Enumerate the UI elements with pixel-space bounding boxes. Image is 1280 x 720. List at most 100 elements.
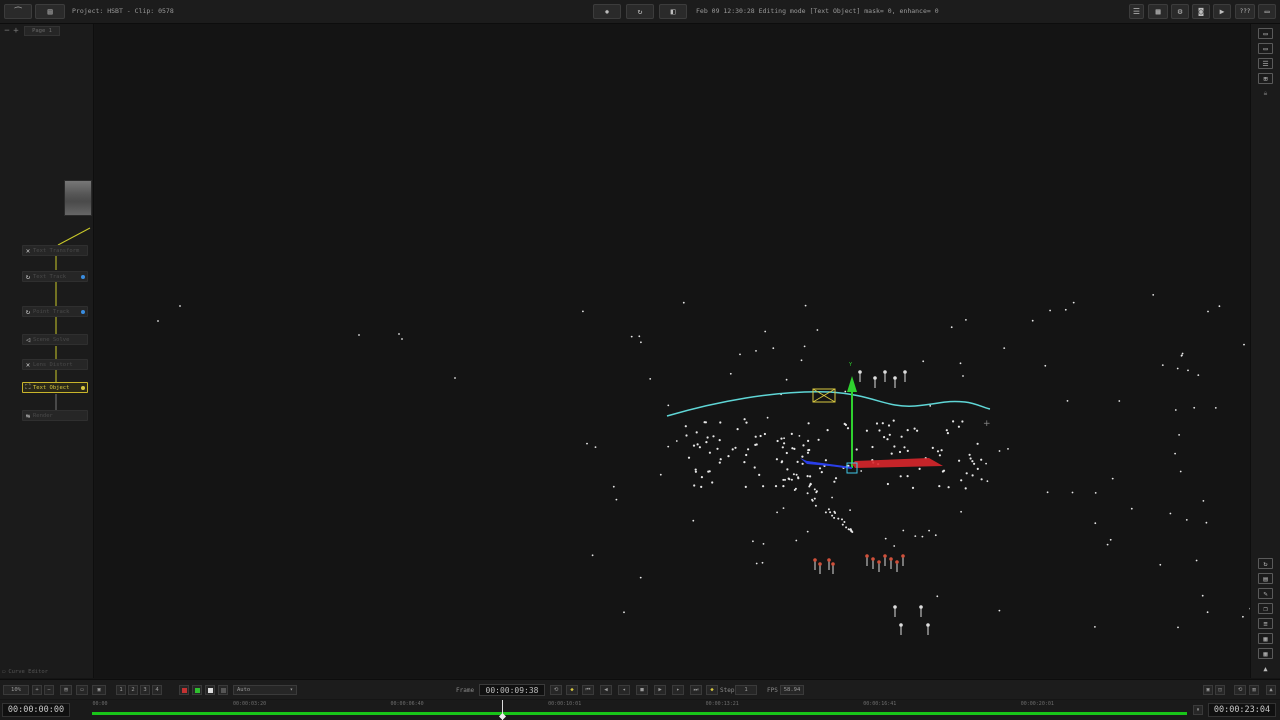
- node-point-track[interactable]: ↻ Point Track: [22, 306, 88, 317]
- node-text-object[interactable]: ⛶ Text Object: [22, 382, 88, 393]
- help-button[interactable]: ???: [1235, 4, 1255, 19]
- layer-button-1[interactable]: 1: [116, 685, 126, 695]
- display-mode-b-button[interactable]: ▭: [76, 685, 88, 695]
- layer-button-3[interactable]: 3: [140, 685, 150, 695]
- channel-green-toggle[interactable]: [192, 685, 202, 695]
- node-lens-distort[interactable]: ✕ Lens Distort: [22, 359, 88, 370]
- track-point: [795, 539, 798, 542]
- track-point: [700, 476, 704, 479]
- play-button[interactable]: ▶: [654, 685, 666, 695]
- copy-button[interactable]: ❐: [1258, 603, 1273, 614]
- eject-button[interactable]: ▲: [1258, 663, 1273, 674]
- stop-button[interactable]: ■: [636, 685, 648, 695]
- track-point: [401, 338, 403, 340]
- loop-range-icon: ⟲: [1237, 687, 1243, 693]
- 3d-viewport[interactable]: Y +: [95, 24, 1250, 678]
- track-point: [886, 438, 889, 441]
- track-point: [1205, 521, 1208, 524]
- track-point: [758, 473, 761, 476]
- track-point: [846, 427, 850, 430]
- curve-view-button[interactable]: ⏜: [4, 4, 32, 19]
- camera-button[interactable]: ✹: [593, 4, 621, 19]
- view-horizontal-button[interactable]: ☰: [1258, 58, 1273, 69]
- layout-button[interactable]: ▦: [1148, 4, 1168, 19]
- snapshot-button[interactable]: ◙: [1192, 4, 1210, 19]
- mode-select[interactable]: Auto ▾: [233, 685, 297, 695]
- track-point: [594, 446, 597, 448]
- track-point: [938, 485, 941, 488]
- node-text-transform[interactable]: ✕ Text Transform: [22, 245, 88, 256]
- step-forward-button[interactable]: ▸: [672, 685, 684, 695]
- zoom-out-button[interactable]: −: [44, 685, 54, 695]
- loop-range-button[interactable]: ⟲: [1234, 685, 1246, 695]
- display-mode-c-button[interactable]: ▣: [92, 685, 106, 695]
- gizmo-x-axis[interactable]: [852, 458, 943, 468]
- track-point: [755, 443, 758, 446]
- track-point: [1007, 448, 1009, 450]
- node-label: Text Object: [33, 384, 70, 391]
- view-single-button[interactable]: ▭: [1258, 28, 1273, 39]
- next-keyframe-button[interactable]: ◆: [706, 685, 718, 695]
- keyframe-button[interactable]: ◆: [566, 685, 578, 695]
- view-split-button[interactable]: ▭: [1258, 43, 1273, 54]
- film-strip-button[interactable]: ▤: [35, 4, 65, 19]
- point-cloud-scene[interactable]: Y +: [95, 24, 1250, 678]
- track-point: [899, 475, 902, 478]
- sync-button[interactable]: ↻: [1258, 558, 1273, 569]
- step-input[interactable]: 1: [735, 685, 757, 695]
- stack-button[interactable]: ≡: [1258, 618, 1273, 629]
- previous-key-button[interactable]: ◀: [600, 685, 612, 695]
- channel-alpha-toggle[interactable]: [218, 685, 228, 695]
- play-preview-button[interactable]: ▶: [1213, 4, 1231, 19]
- track-point: [1197, 374, 1200, 376]
- track-point: [936, 450, 940, 453]
- go-to-start-button[interactable]: ⏮: [582, 685, 594, 695]
- end-timecode[interactable]: 00:00:23:04: [1208, 703, 1276, 717]
- track-point: [906, 449, 909, 452]
- list-button[interactable]: ☰: [1129, 4, 1144, 19]
- step-label: Step: [720, 687, 735, 694]
- zoom-in-button[interactable]: +: [32, 685, 42, 695]
- table-button[interactable]: ▦: [1258, 648, 1273, 659]
- node-text-track[interactable]: ↻ Text Track: [22, 271, 88, 282]
- zoom-select[interactable]: 10%: [3, 685, 29, 695]
- track-point: [998, 450, 1001, 452]
- notes-button[interactable]: ✎: [1258, 588, 1273, 599]
- layer-button-4[interactable]: 4: [152, 685, 162, 695]
- timeline-ruler[interactable]: 00:00 00:00:03:20 00:00:06:40 00:00:10:01 00…: [92, 700, 1187, 720]
- range-button[interactable]: ◫: [1215, 685, 1225, 695]
- track-point: [916, 429, 919, 432]
- layers-button[interactable]: ▤: [1258, 573, 1273, 584]
- view-quad-button[interactable]: ⊞: [1258, 73, 1273, 84]
- track-point: [783, 442, 786, 445]
- start-timecode[interactable]: 00:00:00:00: [2, 703, 70, 717]
- playhead-handle[interactable]: [498, 712, 506, 720]
- go-to-end-button[interactable]: ⏭: [690, 685, 702, 695]
- loop-button[interactable]: ⟲: [550, 685, 562, 695]
- node-render[interactable]: ⇆ Render: [22, 410, 88, 421]
- track-point: [998, 609, 1001, 612]
- track-icon: ↻: [25, 272, 31, 281]
- grid-button[interactable]: ▦: [1258, 633, 1273, 644]
- gizmo-y-arrow[interactable]: [847, 376, 857, 392]
- track-point: [808, 448, 811, 452]
- layer-button-2[interactable]: 2: [128, 685, 138, 695]
- marker-button[interactable]: ▣: [1203, 685, 1213, 695]
- track-point: [582, 310, 584, 313]
- expand-button[interactable]: ▲: [1266, 685, 1276, 695]
- refresh-button[interactable]: ↻: [626, 4, 654, 19]
- export-button[interactable]: ◧: [659, 4, 687, 19]
- channel-white-toggle[interactable]: [205, 685, 215, 695]
- lock-button[interactable]: 🔒︎: [1258, 88, 1273, 99]
- channel-red-toggle[interactable]: [179, 685, 189, 695]
- cache-button[interactable]: ▥: [1249, 685, 1259, 695]
- track-point: [775, 458, 779, 461]
- minimize-button[interactable]: ▭: [1258, 4, 1276, 19]
- curve-editor-toggle[interactable]: ▭ Curve Editor: [2, 667, 62, 676]
- display-mode-a-button[interactable]: ▤: [60, 685, 72, 695]
- node-scene-solve[interactable]: ◁ Scene Solve: [22, 334, 88, 345]
- frame-display[interactable]: 00:00:09:38: [479, 684, 545, 696]
- timeline-end-marker[interactable]: ⏸: [1193, 705, 1203, 715]
- settings-button[interactable]: ⚙: [1171, 4, 1189, 19]
- step-back-button[interactable]: ◂: [618, 685, 630, 695]
